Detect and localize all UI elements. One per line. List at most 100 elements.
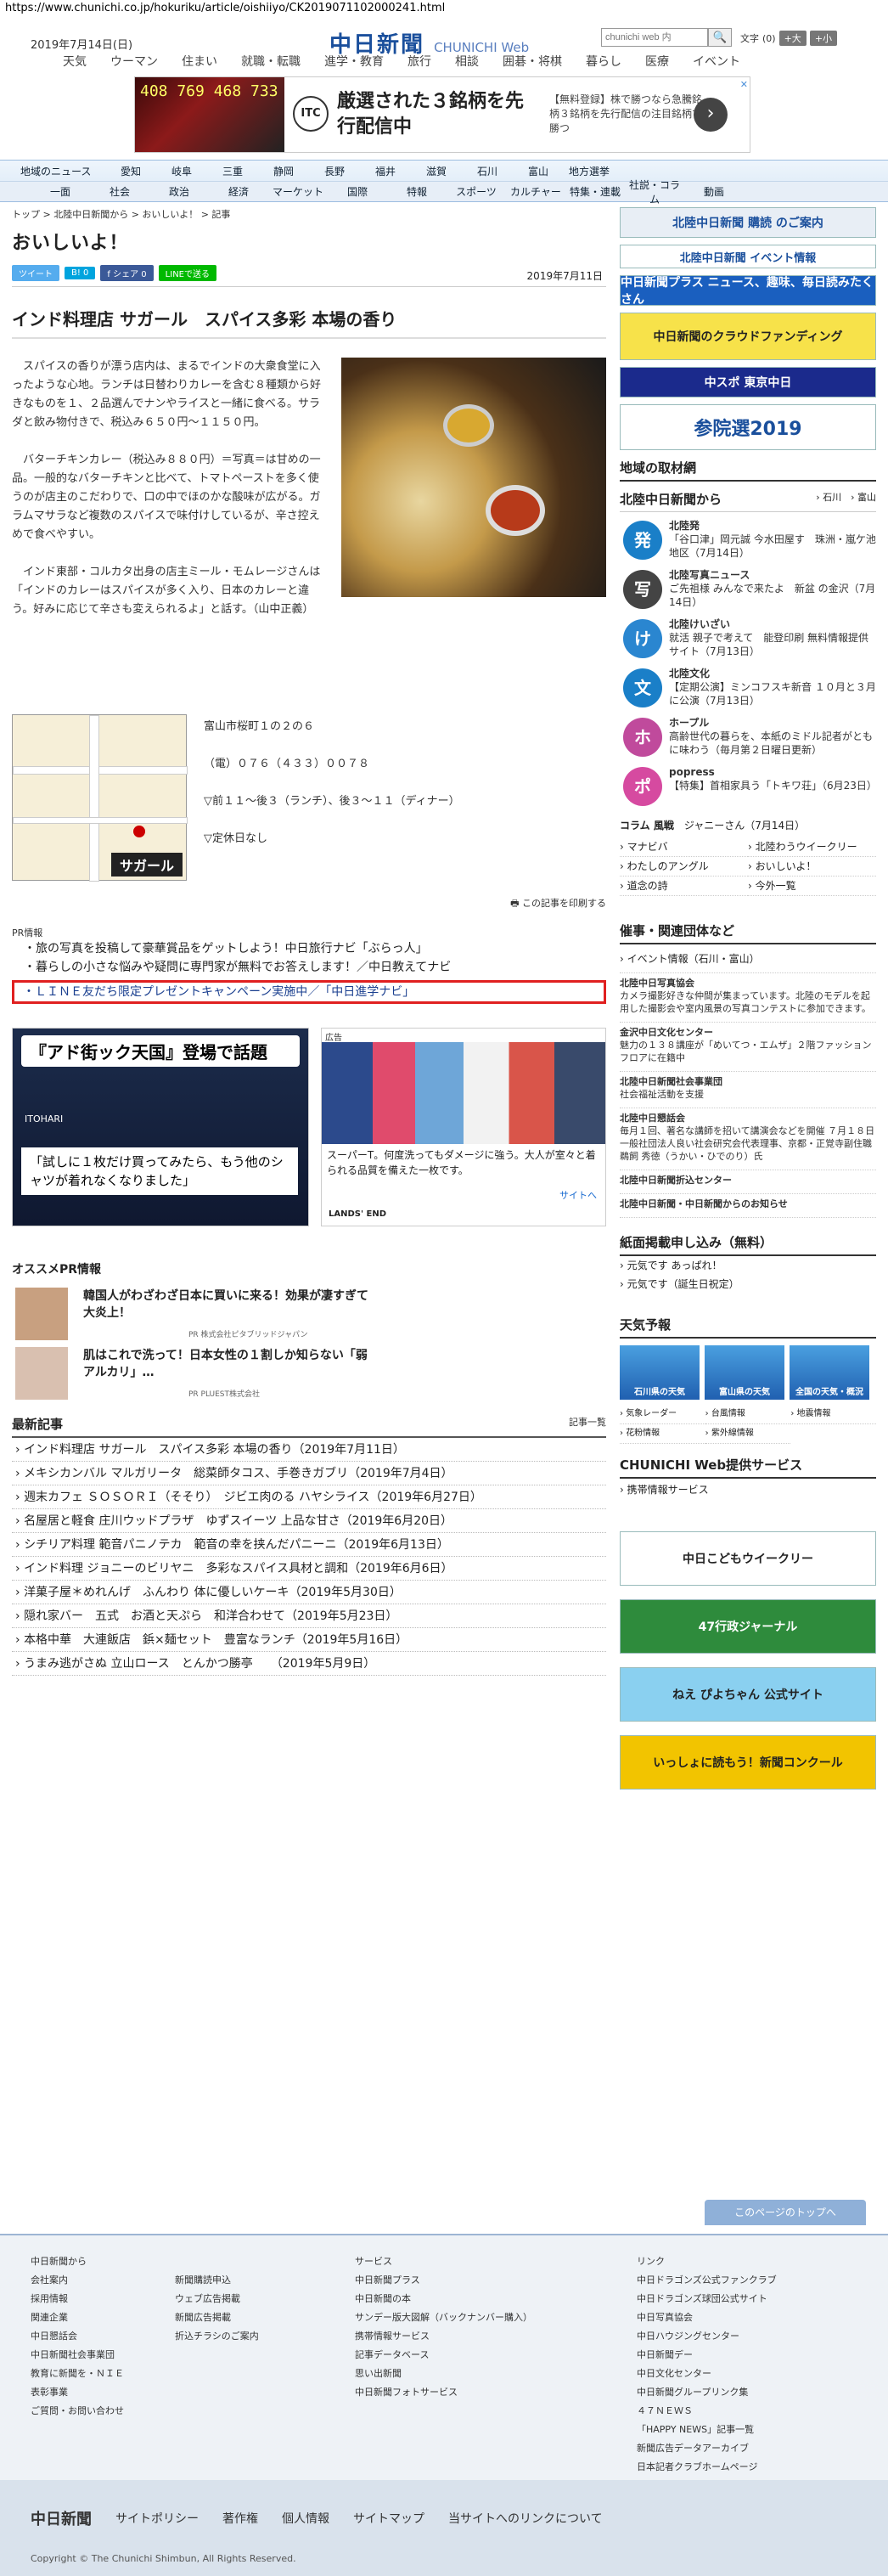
promo-banner[interactable]: 47行政ジャーナル <box>620 1599 876 1654</box>
genre-nav-item[interactable]: 政治 <box>149 184 209 199</box>
footer-link[interactable]: 中日新聞デー <box>637 2346 777 2365</box>
footer-link[interactable]: 新聞購読申込 <box>175 2271 259 2290</box>
footer-link[interactable]: 思い出新聞 <box>355 2365 532 2383</box>
footer-link[interactable]: サービス <box>355 2252 532 2271</box>
footer-link[interactable]: ウェブ広告掲載 <box>175 2290 259 2308</box>
genre-nav-item[interactable]: 特報 <box>387 184 447 199</box>
hokuriku-item[interactable]: ポ popress 【特集】首相家具う「トキワ荘」（6月23日） <box>620 765 877 815</box>
gnav-item[interactable]: 住まい <box>170 53 229 71</box>
region-nav-item[interactable]: 岐阜 <box>156 164 207 178</box>
chuspo-banner[interactable]: 中スポ 東京中日 <box>620 367 876 397</box>
latest-article-row[interactable]: › インド料理店 サガール スパイス多彩 本場の香り（2019年7月11日） <box>12 1438 606 1462</box>
footer-link[interactable]: 中日文化センター <box>637 2365 777 2383</box>
weather-tile-toyama[interactable]: 富山県の天気 <box>705 1345 784 1400</box>
latest-article-row[interactable]: › 隠れ家バー 五式 お酒と天ぷら 和洋合わせて（2019年5月23日） <box>12 1604 606 1628</box>
footer-link[interactable]: 「HAPPY NEWS」記事一覧 <box>637 2421 777 2439</box>
gnav-item[interactable]: 相談 <box>443 53 491 71</box>
region-nav-item[interactable]: 地方選挙 <box>564 164 615 178</box>
page-top-button[interactable]: このページのトップへ <box>705 2200 866 2225</box>
org-item[interactable]: 北陸中日写真協会 カメラ撮影好きな仲間が集まっています。北陸のモデルを起用した撮影… <box>620 973 876 1023</box>
org-item[interactable]: 北陸中日新聞・中日新聞からのお知らせ <box>620 1194 876 1218</box>
genre-nav-item[interactable]: カルチャー <box>506 184 565 199</box>
weather-tile-national[interactable]: 全国の天気・概況 <box>790 1345 869 1400</box>
osusume-item[interactable]: 肌はこれで洗って！日本女性の１割しか知らない「弱アルカリ」… PR PLUEST… <box>12 1344 606 1400</box>
link-ishikawa[interactable]: 石川 <box>823 492 841 503</box>
gnav-item[interactable]: 暮らし <box>574 53 633 71</box>
footer-nav-link[interactable]: サイトポリシー <box>115 2510 199 2527</box>
genre-nav-item[interactable]: 社会 <box>90 184 149 199</box>
region-nav-item[interactable]: 長野 <box>309 164 360 178</box>
crowdfunding-banner[interactable]: 中日新聞のクラウドファンディング <box>620 313 876 360</box>
region-nav-item[interactable]: 地域のニュース <box>20 164 105 178</box>
hokuriku-item[interactable]: 文北陸文化 【定期公演】ミンコフスキ新音 １０月と３月に公演（7月13日） <box>620 667 876 716</box>
print-link[interactable]: 🖶 この記事を印刷する <box>12 896 606 912</box>
latest-article-row[interactable]: › うまみ逃がさぬ 立山ロース とんかつ勝亭 （2019年5月9日） <box>12 1652 606 1676</box>
footer-link[interactable]: 中日写真協会 <box>637 2308 777 2327</box>
line-send-button[interactable]: LINEで送る <box>158 265 216 281</box>
gnav-item[interactable]: イベント <box>681 53 752 71</box>
promo-banner[interactable]: 中日こどもウイークリー <box>620 1531 876 1586</box>
footer-link[interactable]: 関連企業 <box>31 2308 124 2327</box>
region-nav-item[interactable]: 三重 <box>207 164 258 178</box>
footer-link[interactable]: 採用情報 <box>31 2290 124 2308</box>
article-list-link[interactable]: 記事一覧 <box>569 1415 606 1433</box>
footer-link[interactable]: 新聞広告データアーカイブ <box>637 2439 777 2458</box>
latest-article-row[interactable]: › インド料理 ジョニーのビリヤニ 多彩なスパイス具材と調和（2019年6月6日… <box>12 1557 606 1581</box>
breadcrumb[interactable]: トップ > 北陸中日新聞から > おいしいよ！ > 記事 <box>12 207 606 221</box>
footer-link[interactable]: 会社案内 <box>31 2271 124 2290</box>
feature-link[interactable]: › 北陸わうウイークリー <box>748 837 876 857</box>
top-banner-ad[interactable]: 408 769 468 733 ITC 厳選された３銘柄を先行配信中 【無料登録… <box>134 76 750 153</box>
search-input[interactable] <box>601 28 708 47</box>
hokuriku-item[interactable]: 写北陸写真ニュース ご先祖様 みんなで来たよ 新盆 の金沢（7月14日） <box>620 568 876 617</box>
weather-link[interactable]: › 地震情報 <box>790 1405 876 1424</box>
footer-link[interactable]: 携帯情報サービス <box>355 2327 532 2346</box>
region-nav-item[interactable]: 静岡 <box>258 164 309 178</box>
footer-link[interactable]: ご質問・お問い合わせ <box>31 2402 124 2421</box>
hokuriku-item[interactable]: 発北陸発 「谷口津」岡元誠 今水田屋す 珠洲・嵐ケ池地区（7月14日） <box>620 519 876 568</box>
gnav-item[interactable]: ウーマン <box>98 53 170 71</box>
region-nav-item[interactable]: 滋賀 <box>411 164 462 178</box>
gnav-item[interactable]: 旅行 <box>396 53 443 71</box>
landsend-site-link[interactable]: サイトへ <box>559 1188 597 1202</box>
latest-article-row[interactable]: › 週末カフェ ＳＯＳＯＲＩ（そそり） ジビエ肉のる ハヤシライス（2019年6… <box>12 1485 606 1509</box>
footer-link[interactable]: 日本記者クラブホームページ <box>637 2458 777 2477</box>
org-item[interactable]: 北陸中日懇話会 毎月１回、著名な講師を招いて講演会などを開催 ７月１８日 一般社団… <box>620 1108 876 1170</box>
pr-item[interactable]: ・暮らしの小さな悩みや疑問に専門家が無料でお答えします！／中日教えてナビ <box>12 958 606 977</box>
service-link[interactable]: › 携帯情報サービス <box>620 1479 876 1501</box>
footer-link[interactable]: 中日新聞の本 <box>355 2290 532 2308</box>
footer-link[interactable]: 中日懇話会 <box>31 2327 124 2346</box>
latest-article-row[interactable]: › 洋菓子屋＊めれんげ ふんわり 体に優しいケーキ（2019年5月30日） <box>12 1581 606 1604</box>
footer-link[interactable]: 中日新聞から <box>31 2252 124 2271</box>
gnav-item[interactable]: 進学・教育 <box>312 53 396 71</box>
feature-link[interactable]: › 今外一覧 <box>748 877 876 896</box>
footer-link[interactable]: 教育に新聞を・ＮＩＥ <box>31 2365 124 2383</box>
footer-logo[interactable]: 中日新聞 <box>31 2507 92 2529</box>
hatena-button[interactable]: B! 0 <box>65 267 96 279</box>
feature-link[interactable]: › マナビバ <box>620 837 748 857</box>
events-banner[interactable]: 北陸中日新聞 イベント情報 <box>620 245 876 268</box>
footer-nav-link[interactable]: 個人情報 <box>282 2510 329 2527</box>
footer-link[interactable]: 記事データベース <box>355 2346 532 2365</box>
gnav-item[interactable]: 囲碁・将棋 <box>491 53 574 71</box>
genre-nav-item[interactable]: 特集・連載 <box>565 184 625 199</box>
ad-arrow-icon[interactable]: › <box>694 98 728 132</box>
genre-nav-item[interactable]: マーケット <box>268 184 328 199</box>
footer-link[interactable]: 折込チラシのご案内 <box>175 2327 259 2346</box>
feature-link[interactable]: › おいしいよ！ <box>748 857 876 877</box>
footer-link[interactable]: 表彰事業 <box>31 2383 124 2402</box>
ad-close-icon[interactable]: ✕ <box>740 79 748 90</box>
genre-nav-item[interactable]: 経済 <box>209 184 268 199</box>
gnav-item[interactable]: 医療 <box>633 53 681 71</box>
footer-link[interactable]: 中日新聞社会事業団 <box>31 2346 124 2365</box>
footer-nav-link[interactable]: サイトマップ <box>353 2510 424 2527</box>
footer-link[interactable]: 新聞広告掲載 <box>175 2308 259 2327</box>
gnav-item[interactable]: 就職・転職 <box>229 53 312 71</box>
hokuriku-item[interactable]: け北陸けいざい 就活 親子で考えて 能登印刷 無料情報提供サイト（7月13日） <box>620 617 876 667</box>
search-button[interactable]: 🔍 <box>708 28 732 47</box>
footer-link[interactable]: 中日新聞フォトサービス <box>355 2383 532 2402</box>
osusume-item[interactable]: 韓国人がわざわざ日本に買いに来る！効果が凄すぎて大炎上！ PR 株式会社ピタブリ… <box>12 1284 606 1340</box>
footer-link[interactable]: 中日新聞グループリンク集 <box>637 2383 777 2402</box>
footer-link[interactable]: 中日ドラゴンズ公式ファンクラブ <box>637 2271 777 2290</box>
region-nav-item[interactable]: 富山 <box>513 164 564 178</box>
apply-item[interactable]: › 元気です（誕生日祝定） <box>620 1275 876 1294</box>
